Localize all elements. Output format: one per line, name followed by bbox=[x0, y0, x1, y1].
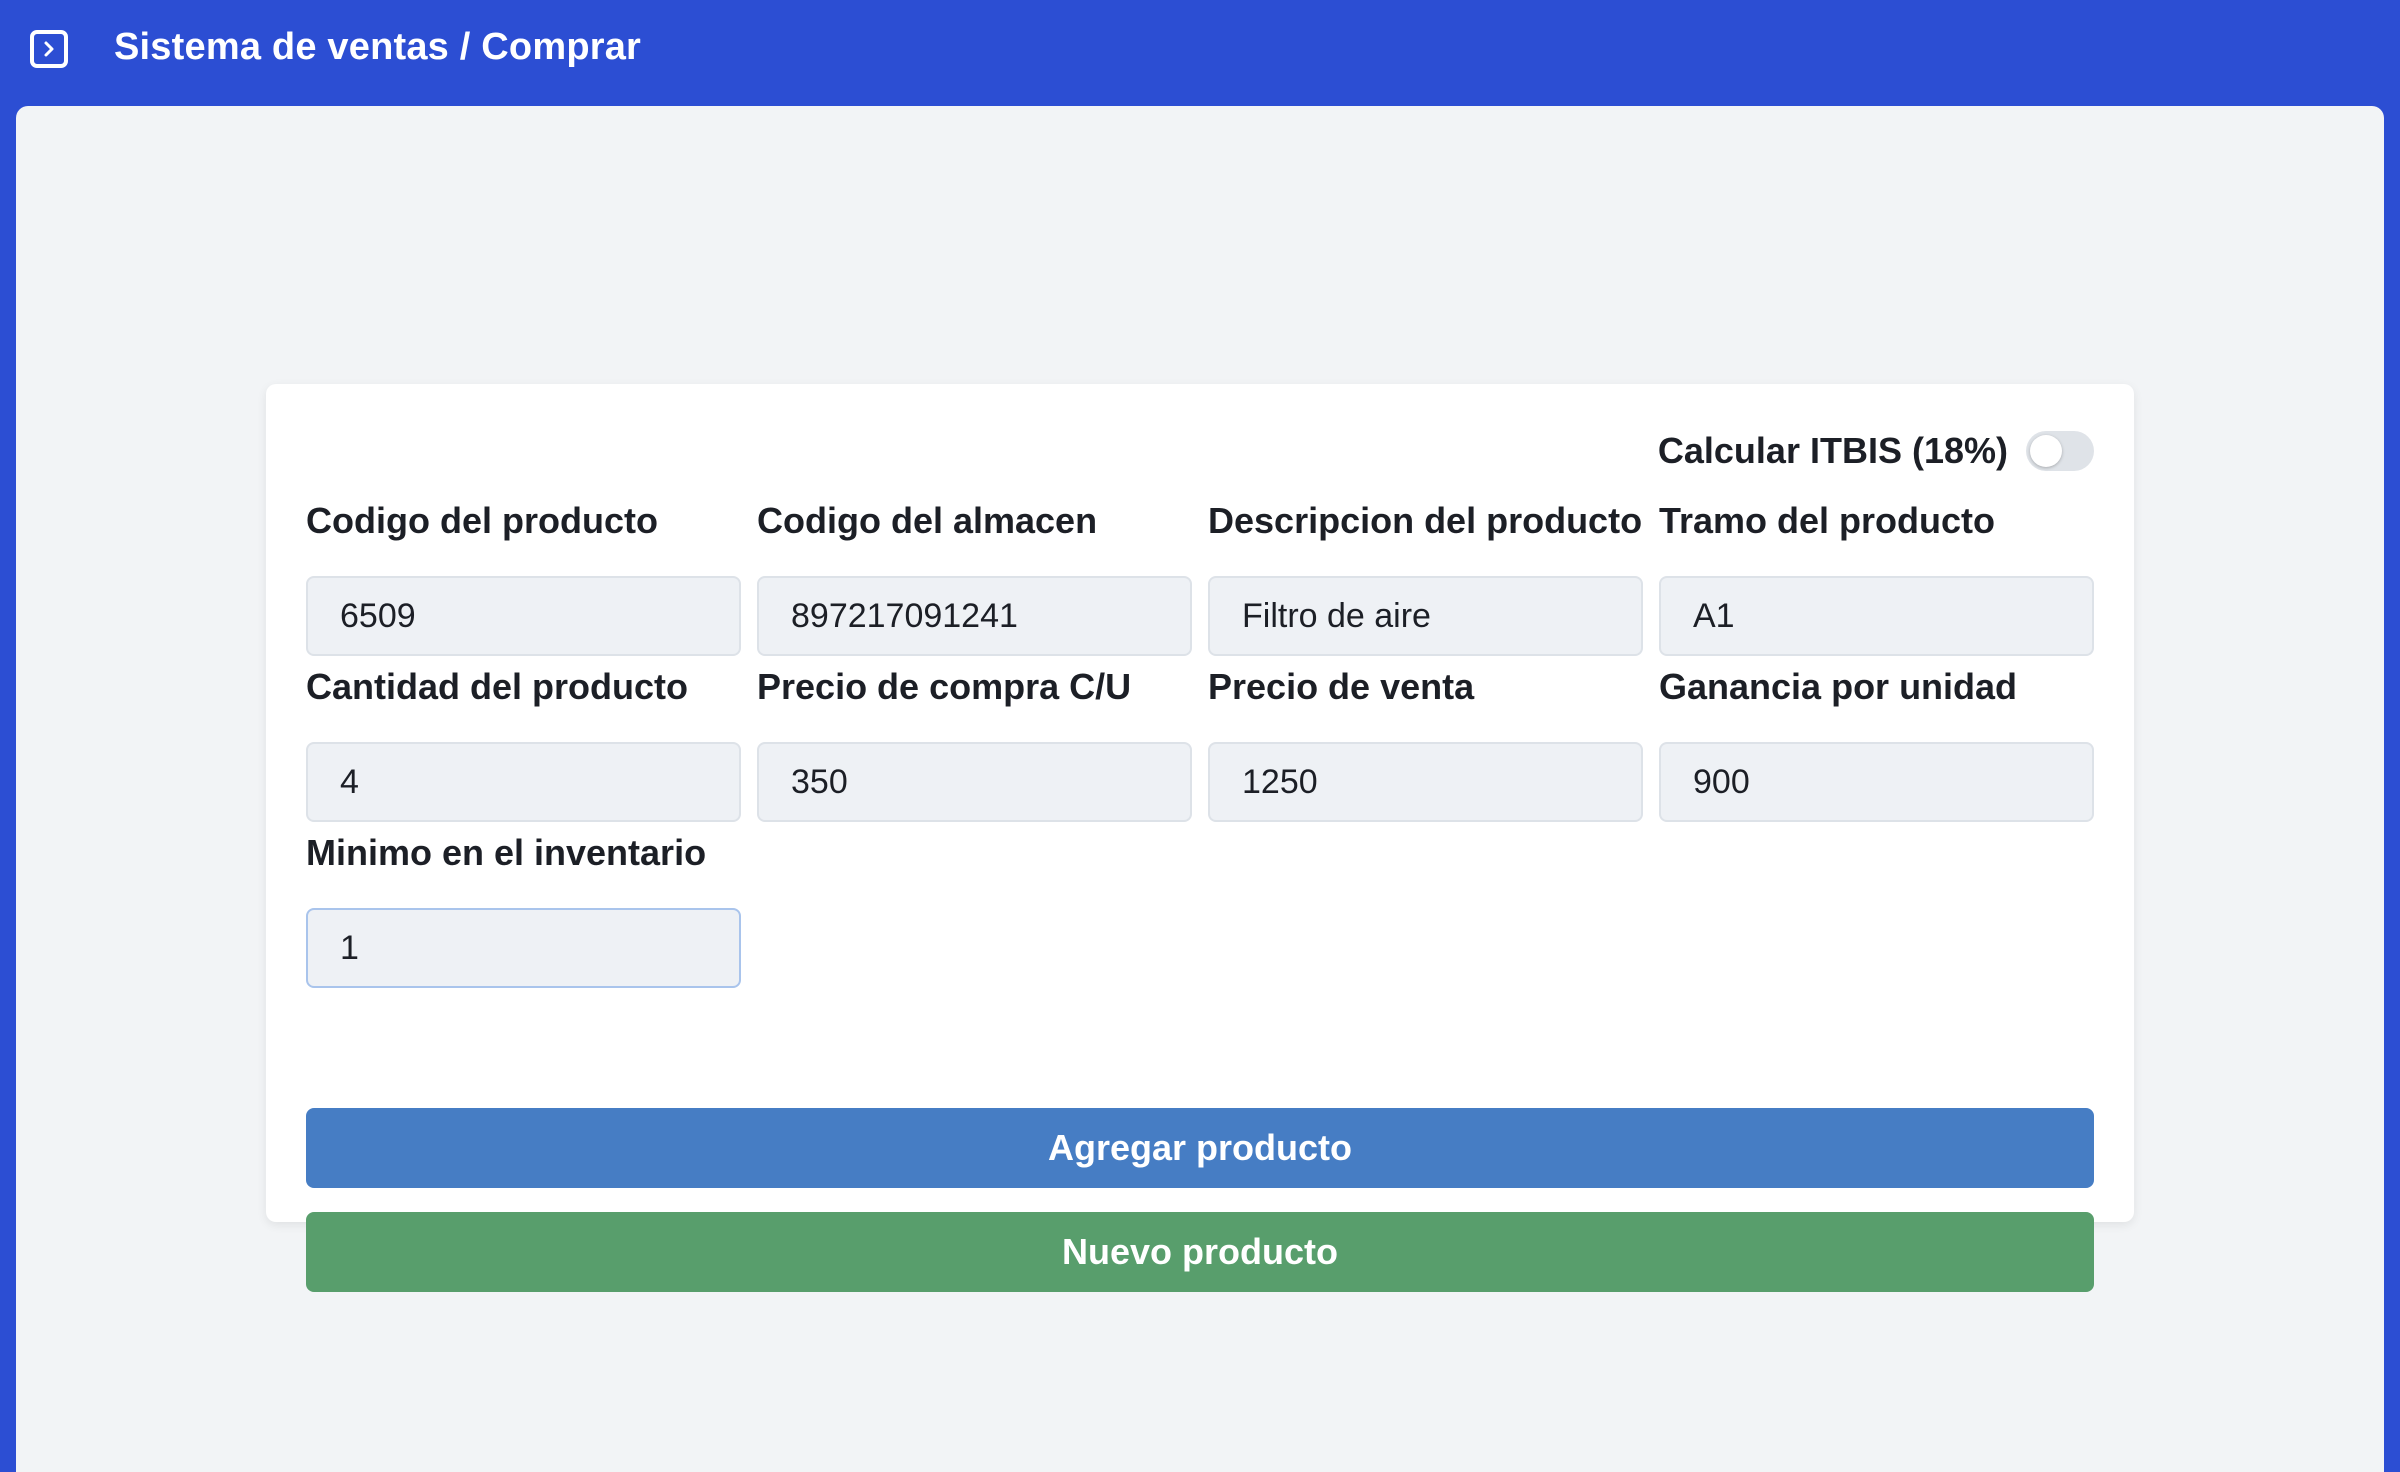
field-codigo-producto: Codigo del producto bbox=[306, 494, 741, 660]
minimo-inventario-input[interactable] bbox=[306, 908, 741, 988]
descripcion-input[interactable] bbox=[1208, 576, 1643, 656]
precio-venta-input[interactable] bbox=[1208, 742, 1643, 822]
top-bar: Sistema de ventas / Comprar bbox=[0, 0, 2400, 106]
codigo-almacen-input[interactable] bbox=[757, 576, 1192, 656]
breadcrumb: Sistema de ventas / Comprar bbox=[114, 26, 642, 68]
add-product-button[interactable]: Agregar producto bbox=[306, 1108, 2094, 1188]
product-fields: Codigo del producto Codigo del almacen D… bbox=[306, 494, 2094, 992]
itbis-label: Calcular ITBIS (18%) bbox=[1657, 430, 2008, 471]
field-label: Precio de compra C/U bbox=[757, 666, 1132, 707]
new-product-button[interactable]: Nuevo producto bbox=[306, 1212, 2094, 1292]
field-precio-compra: Precio de compra C/U bbox=[757, 660, 1192, 826]
toggle-knob bbox=[2030, 435, 2062, 467]
itbis-toggle-row: Calcular ITBIS (18%) bbox=[1658, 430, 2094, 472]
field-codigo-almacen: Codigo del almacen bbox=[757, 494, 1192, 660]
sidebar-toggle-icon[interactable] bbox=[30, 30, 68, 68]
field-cantidad: Cantidad del producto bbox=[306, 660, 741, 826]
tramo-input[interactable] bbox=[1659, 576, 2094, 656]
itbis-toggle[interactable] bbox=[2026, 431, 2094, 471]
field-descripcion: Descripcion del producto bbox=[1208, 494, 1643, 660]
precio-compra-input[interactable] bbox=[757, 742, 1192, 822]
field-precio-venta: Precio de venta bbox=[1208, 660, 1643, 826]
field-label: Ganancia por unidad bbox=[1659, 666, 2018, 707]
cantidad-input[interactable] bbox=[306, 742, 741, 822]
main-content: Calcular ITBIS (18%) Codigo del producto… bbox=[16, 106, 2384, 1472]
product-form-card: Calcular ITBIS (18%) Codigo del producto… bbox=[266, 384, 2134, 1292]
field-minimo-inventario: Minimo en el inventario bbox=[306, 826, 741, 992]
field-label: Tramo del producto bbox=[1659, 500, 1996, 541]
field-label: Descripcion del producto bbox=[1208, 500, 1643, 541]
field-label: Codigo del producto bbox=[306, 500, 658, 541]
field-label: Codigo del almacen bbox=[757, 500, 1098, 541]
field-label: Minimo en el inventario bbox=[306, 832, 707, 873]
field-label: Precio de venta bbox=[1208, 666, 1475, 707]
field-ganancia: Ganancia por unidad bbox=[1659, 660, 2094, 826]
codigo-producto-input[interactable] bbox=[306, 576, 741, 656]
field-label: Cantidad del producto bbox=[306, 666, 688, 707]
field-tramo: Tramo del producto bbox=[1659, 494, 2094, 660]
ganancia-input[interactable] bbox=[1659, 742, 2094, 822]
